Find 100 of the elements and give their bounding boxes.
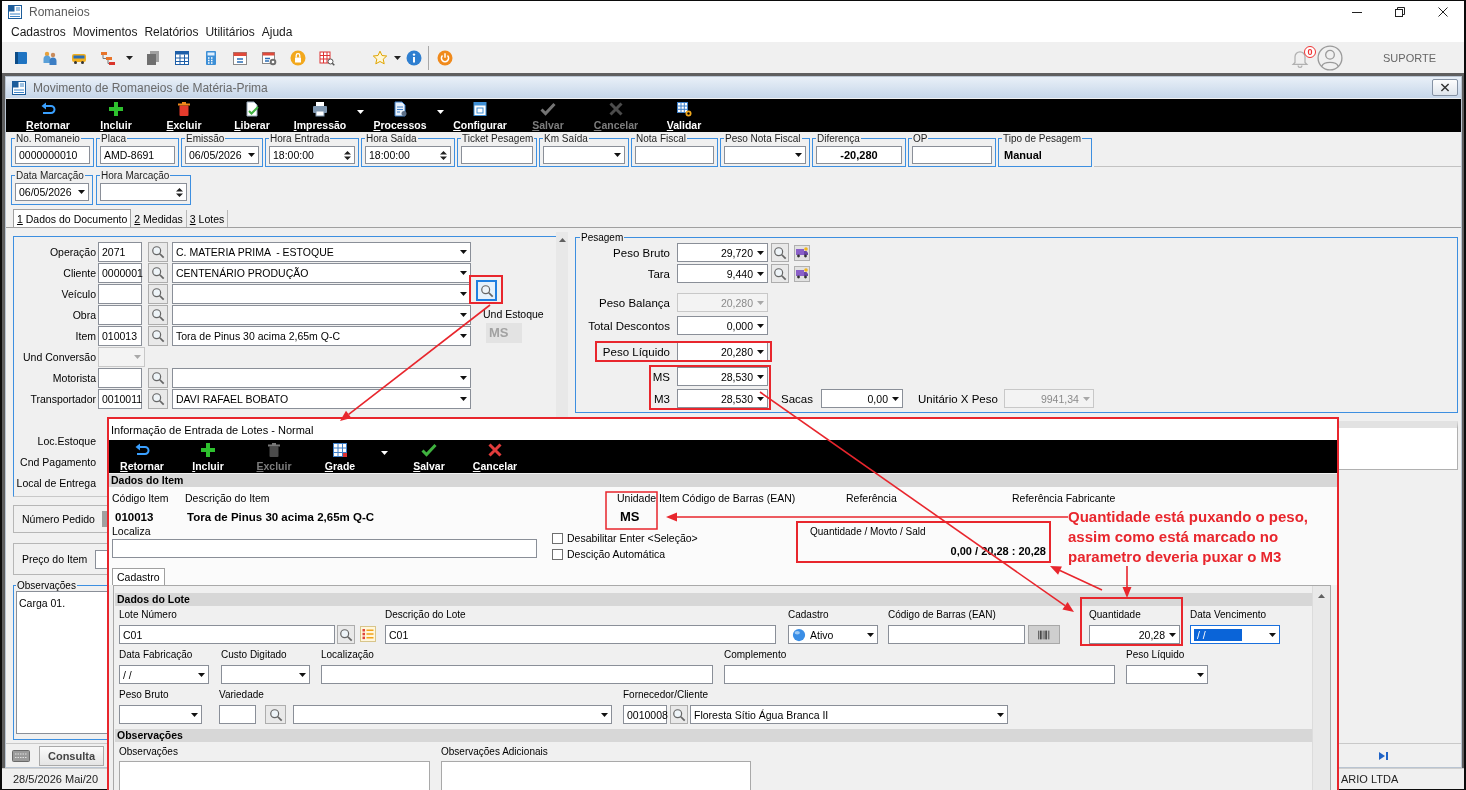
caret-icon[interactable]: [436, 109, 444, 114]
search-button[interactable]: [771, 264, 789, 283]
hierarchy-icon[interactable]: [99, 49, 116, 66]
toolbar-button[interactable]: Retornar: [109, 440, 175, 473]
toolbar-button[interactable]: Cancelar: [462, 440, 528, 473]
dropdown[interactable]: / /: [1190, 625, 1280, 644]
input-field[interactable]: [98, 367, 142, 388]
scroll-up-icon[interactable]: [1318, 594, 1325, 598]
search-button[interactable]: [265, 705, 286, 724]
search-button[interactable]: [148, 241, 168, 262]
toolbar-button[interactable]: Validar: [650, 99, 718, 132]
caret-icon[interactable]: [757, 374, 764, 379]
dropdown[interactable]: C. MATERIA PRIMA - ESTOQUE: [172, 241, 471, 262]
grid-search-icon[interactable]: [318, 49, 335, 66]
time-field[interactable]: 18:00:00: [269, 146, 355, 164]
caret-icon[interactable]: [381, 450, 388, 455]
book-icon[interactable]: [12, 49, 29, 66]
caret-icon[interactable]: [299, 672, 306, 677]
dropdown[interactable]: 28,530: [677, 367, 768, 386]
notes-field[interactable]: [441, 761, 751, 790]
scrollbar[interactable]: [1312, 586, 1330, 790]
dropdown[interactable]: Ativo: [788, 625, 878, 644]
caret-icon[interactable]: [78, 190, 85, 194]
spinner-icon[interactable]: [440, 149, 447, 161]
user-name[interactable]: SUPORTE: [1383, 51, 1436, 64]
search-button[interactable]: [670, 705, 688, 724]
caret-icon[interactable]: [757, 396, 764, 401]
caret-icon[interactable]: [614, 153, 621, 157]
caret-icon[interactable]: [198, 672, 205, 677]
caret-icon[interactable]: [757, 271, 764, 276]
tab[interactable]: 1 Dados do Documento: [13, 209, 132, 228]
caret-icon[interactable]: [126, 55, 133, 60]
search-button[interactable]: [148, 388, 168, 409]
input-field[interactable]: [321, 665, 713, 684]
toolbar-button[interactable]: Configurar: [446, 99, 514, 132]
input-field[interactable]: [461, 146, 533, 164]
checkbox[interactable]: [552, 548, 563, 560]
caret-icon[interactable]: [460, 396, 467, 401]
tab[interactable]: 2 Medidas: [131, 210, 187, 227]
dropdown[interactable]: 29,720: [677, 243, 768, 262]
truck-icon[interactable]: [794, 244, 810, 261]
search-button[interactable]: [148, 283, 168, 304]
search-button[interactable]: [337, 625, 355, 644]
input-field[interactable]: [98, 283, 142, 304]
caret-icon[interactable]: [757, 323, 764, 328]
caret-icon[interactable]: [795, 153, 802, 157]
spreadsheet-icon[interactable]: [173, 49, 190, 66]
dropdown[interactable]: 0,000: [677, 316, 768, 335]
search-button[interactable]: [148, 325, 168, 346]
toolbar-button[interactable]: Retornar: [14, 99, 82, 132]
caret-icon[interactable]: [867, 632, 874, 637]
info-icon[interactable]: [406, 49, 422, 66]
menu-item[interactable]: Cadastros: [8, 23, 69, 41]
toolbar-button[interactable]: Incluir: [175, 440, 241, 473]
barcode-button[interactable]: [1028, 625, 1060, 644]
spinner-icon[interactable]: [176, 186, 183, 198]
spinner-icon[interactable]: [344, 149, 351, 161]
truck-icon[interactable]: [794, 265, 810, 282]
dropdown[interactable]: / /: [119, 665, 209, 684]
input-field[interactable]: C01: [385, 625, 776, 644]
caret-icon[interactable]: [248, 153, 255, 157]
caret-icon[interactable]: [757, 250, 764, 255]
input-field[interactable]: [98, 304, 142, 325]
time-field[interactable]: 18:00:00: [365, 146, 451, 164]
search-button[interactable]: [476, 280, 497, 301]
toolbar-button[interactable]: Grade: [307, 440, 373, 473]
menu-item[interactable]: Relatórios: [141, 23, 202, 41]
dropdown[interactable]: Floresta Sítio Água Branca II: [690, 705, 1008, 724]
input-field[interactable]: [912, 146, 992, 164]
caret-icon[interactable]: [460, 291, 467, 296]
menu-item[interactable]: Utilitários: [202, 23, 258, 41]
search-button[interactable]: [148, 304, 168, 325]
toolbar-button[interactable]: Processos: [366, 99, 434, 132]
caret-icon[interactable]: [1269, 632, 1276, 637]
input-field[interactable]: [219, 705, 256, 724]
calendar-gear-icon[interactable]: [260, 49, 277, 66]
tab[interactable]: Consulta: [39, 745, 104, 766]
close-icon[interactable]: [1437, 6, 1448, 17]
toolbar-button[interactable]: Salvar: [396, 440, 462, 473]
input-field[interactable]: 0000001: [98, 262, 142, 283]
dropdown[interactable]: 9,440: [677, 264, 768, 283]
keyboard-icon[interactable]: [12, 749, 30, 762]
dropdown[interactable]: 28,530: [677, 389, 768, 408]
input-field[interactable]: 010013: [98, 325, 142, 346]
input-field[interactable]: [724, 665, 1115, 684]
scroll-up-icon[interactable]: [558, 238, 566, 242]
input-field[interactable]: 0010011: [98, 388, 142, 409]
caret-icon[interactable]: [460, 249, 467, 254]
input-field[interactable]: [635, 146, 714, 164]
caret-icon[interactable]: [757, 349, 764, 354]
people-icon[interactable]: [41, 49, 58, 66]
input-field[interactable]: [112, 539, 537, 558]
toolbar-button[interactable]: Excluir: [150, 99, 218, 132]
caret-icon[interactable]: [601, 712, 608, 717]
toolbar-button[interactable]: Liberar: [218, 99, 286, 132]
input-field[interactable]: 2071: [98, 241, 142, 262]
restore-icon[interactable]: [1394, 6, 1405, 17]
caret-icon[interactable]: [1197, 672, 1204, 677]
search-button[interactable]: [148, 262, 168, 283]
dropdown[interactable]: 20,28: [1089, 625, 1180, 644]
